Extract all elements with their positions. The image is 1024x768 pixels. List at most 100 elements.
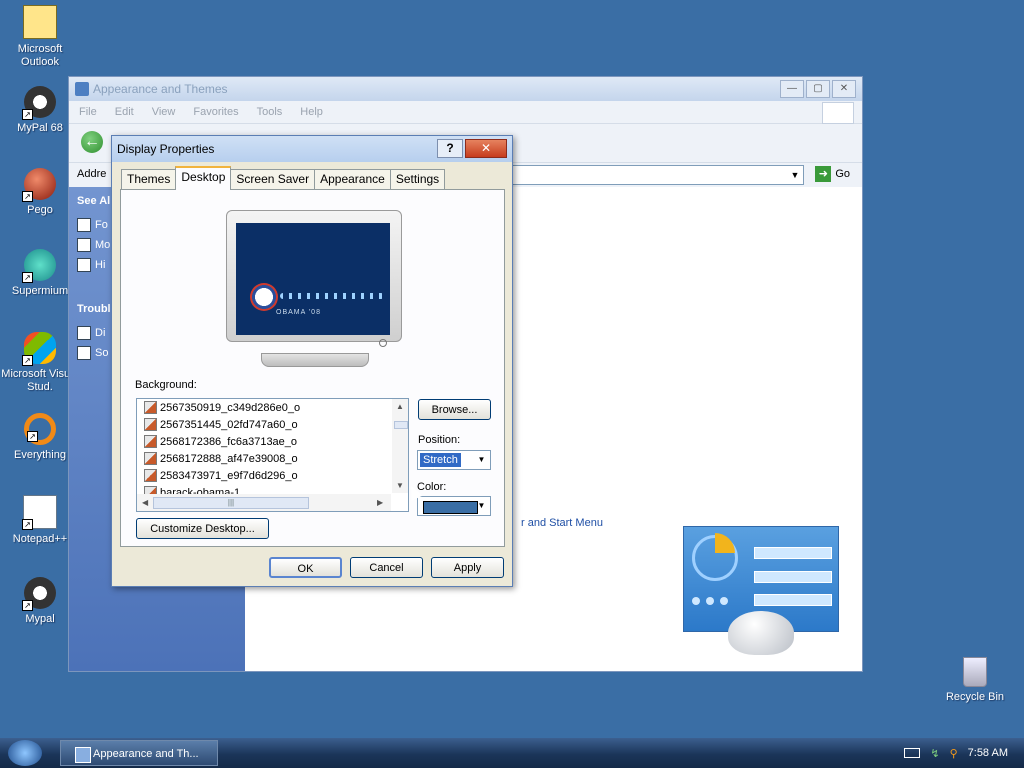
- background-label: Background:: [135, 379, 197, 391]
- position-value: Stretch: [420, 453, 461, 467]
- menu-file[interactable]: File: [79, 106, 97, 118]
- list-item[interactable]: 2567351445_02fd747a60_o: [137, 416, 408, 433]
- color-picker-button[interactable]: ▼: [417, 496, 491, 516]
- desktop-icon-label: Recycle Bin: [945, 691, 1005, 703]
- pego-icon: ↗: [22, 168, 56, 202]
- desktop-tab-panel: OBAMA '08 Background: 2567350919_c349d28…: [120, 189, 505, 547]
- folder-icon: [77, 218, 91, 232]
- menu-view[interactable]: View: [152, 106, 176, 118]
- visual-studio-icon: ↗: [22, 332, 56, 366]
- control-panel-icon: [75, 747, 91, 763]
- close-button[interactable]: ✕: [465, 139, 507, 158]
- tab-settings[interactable]: Settings: [389, 169, 446, 189]
- help-button[interactable]: ?: [437, 139, 463, 158]
- chevron-down-icon[interactable]: ▼: [787, 166, 803, 184]
- network-icon[interactable]: ↯: [930, 747, 939, 760]
- close-button[interactable]: ✕: [832, 80, 856, 98]
- pie-wedge: [715, 533, 735, 553]
- outlook-icon: [23, 5, 57, 39]
- preview-text: OBAMA '08: [276, 309, 321, 316]
- position-label: Position:: [418, 434, 461, 446]
- tab-screen-saver[interactable]: Screen Saver: [230, 169, 316, 189]
- taskbar-button-appearance[interactable]: Appearance and Th...: [60, 740, 218, 766]
- bar-graphic: [754, 594, 832, 606]
- everything-icon: ↗: [24, 413, 56, 445]
- clock[interactable]: 7:58 AM: [968, 747, 1008, 759]
- taskbar-button-label: Appearance and Th...: [93, 748, 199, 760]
- back-arrow-icon[interactable]: ←: [81, 131, 103, 153]
- vertical-scrollbar[interactable]: ▲ ▼: [392, 399, 408, 493]
- chevron-down-icon[interactable]: ▼: [474, 452, 489, 468]
- browse-button[interactable]: Browse...: [418, 399, 491, 420]
- taskbar: Appearance and Th... ↯ ⚲ 7:58 AM: [0, 738, 1024, 768]
- image-file-icon: [144, 469, 157, 482]
- color-swatch: [423, 501, 478, 514]
- bar-graphic: [754, 547, 832, 559]
- apply-button[interactable]: Apply: [431, 557, 504, 578]
- mouse-icon: [77, 238, 91, 252]
- scroll-thumb[interactable]: |||: [153, 497, 309, 509]
- address-label: Addre: [77, 168, 107, 180]
- desktop-icon-outlook[interactable]: Microsoft Outlook: [0, 5, 80, 69]
- contrast-icon: [77, 258, 91, 272]
- scroll-right-icon[interactable]: ▶: [377, 498, 383, 507]
- chevron-down-icon[interactable]: ▼: [474, 498, 489, 514]
- minimize-button[interactable]: —: [780, 80, 804, 98]
- background-listbox[interactable]: 2567350919_c349d286e0_o 2567351445_02fd7…: [136, 398, 409, 512]
- tab-strip: Themes Desktop Screen Saver Appearance S…: [121, 166, 446, 190]
- scroll-left-icon[interactable]: ◀: [142, 498, 148, 507]
- keyboard-icon[interactable]: [904, 748, 921, 758]
- raccoon-icon: ↗: [22, 86, 56, 120]
- ok-button[interactable]: OK: [269, 557, 342, 578]
- dot-graphic: [706, 597, 714, 605]
- scroll-up-icon[interactable]: ▲: [396, 402, 404, 411]
- wallpaper-preview: OBAMA '08: [236, 223, 390, 335]
- mouse-graphic: [728, 611, 794, 655]
- tab-desktop[interactable]: Desktop: [175, 166, 232, 190]
- maximize-button[interactable]: ▢: [806, 80, 830, 98]
- go-arrow-icon: ➜: [815, 166, 832, 182]
- monitor-preview: OBAMA '08: [226, 210, 402, 367]
- desktop-icon-recycle-bin[interactable]: Recycle Bin: [935, 657, 1015, 704]
- list-item[interactable]: 2568172888_af47e39008_o: [137, 450, 408, 467]
- power-led: [379, 339, 387, 347]
- control-panel-icon: [75, 82, 89, 96]
- supermium-icon: ↗: [22, 249, 56, 283]
- taskbar-start-menu-link[interactable]: r and Start Menu: [521, 517, 603, 529]
- scroll-down-icon[interactable]: ▼: [396, 481, 404, 490]
- system-tray: ↯ ⚲ 7:58 AM: [904, 738, 1024, 768]
- recycle-bin-icon: [963, 657, 987, 687]
- go-button[interactable]: ➜ Go: [815, 166, 850, 182]
- list-item[interactable]: 2567350919_c349d286e0_o: [137, 399, 408, 416]
- tab-themes[interactable]: Themes: [121, 169, 177, 189]
- bar-graphic: [754, 571, 832, 583]
- cancel-button[interactable]: Cancel: [350, 557, 423, 578]
- list-item[interactable]: 2568172386_fc6a3713ae_o: [137, 433, 408, 450]
- menu-help[interactable]: Help: [300, 106, 323, 118]
- menu-edit[interactable]: Edit: [115, 106, 134, 118]
- monitor-stand: [261, 353, 369, 367]
- helix-graphic: [280, 293, 384, 299]
- menu-tools[interactable]: Tools: [257, 106, 283, 118]
- tab-appearance[interactable]: Appearance: [314, 169, 391, 189]
- start-button[interactable]: [8, 740, 42, 766]
- dot-graphic: [720, 597, 728, 605]
- horizontal-scrollbar[interactable]: ◀ ||| ▶: [137, 494, 391, 511]
- window-title: Appearance and Themes: [93, 82, 228, 96]
- list-item[interactable]: 2583473971_e9f7d6d296_o: [137, 467, 408, 484]
- desktop-icon-label: Microsoft Outlook: [17, 43, 63, 68]
- appearance-illustration: [683, 526, 839, 655]
- menu-favorites[interactable]: Favorites: [193, 106, 238, 118]
- help-icon: [77, 326, 91, 340]
- scroll-thumb[interactable]: [394, 421, 408, 429]
- window-titlebar[interactable]: Appearance and Themes: [69, 77, 862, 101]
- search-icon[interactable]: ⚲: [950, 747, 958, 760]
- display-properties-dialog[interactable]: Display Properties ? ✕ Themes Desktop Sc…: [111, 135, 513, 587]
- help-icon: [77, 346, 91, 360]
- customize-desktop-button[interactable]: Customize Desktop...: [136, 518, 269, 539]
- notepad-icon: ↗: [22, 495, 57, 530]
- position-select[interactable]: Stretch ▼: [417, 450, 491, 470]
- address-input[interactable]: ▼: [509, 165, 804, 185]
- image-file-icon: [144, 452, 157, 465]
- color-label: Color:: [417, 481, 447, 493]
